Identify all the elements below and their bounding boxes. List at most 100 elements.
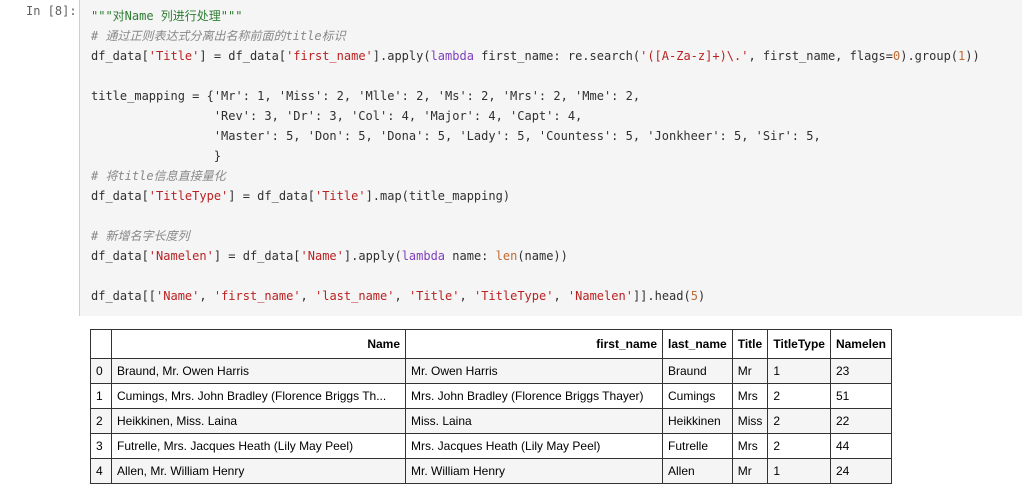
cell-namelen: 24 [829, 458, 892, 484]
table-row: 1 Cumings, Mrs. John Bradley (Florence B… [90, 383, 892, 409]
column-header-name: Name [111, 329, 406, 359]
cell-first-name: Miss. Laina [405, 408, 663, 434]
cell-title: Mrs [731, 383, 769, 409]
table-header-row: Name first_name last_name Title TitleTyp… [90, 329, 892, 359]
code-line: ).group( [900, 49, 959, 63]
code-sep: , [199, 289, 214, 303]
code-comment: # 通过正则表达式分离出名称前面的title标识 [91, 29, 346, 43]
code-builtin: len [495, 249, 518, 263]
cell-titletype: 1 [767, 358, 831, 384]
column-header-titletype: TitleType [767, 329, 831, 359]
code-line: name: [445, 249, 496, 263]
cell-name: Braund, Mr. Owen Harris [111, 358, 406, 384]
code-comment: # 将title信息直接量化 [91, 169, 226, 183]
output-area: Name first_name last_name Title TitleTyp… [90, 329, 892, 484]
code-string: 'Name' [156, 289, 200, 303]
code-line: df_data[ [91, 189, 149, 203]
code-line: ].map(title_mapping) [365, 189, 511, 203]
row-index: 3 [90, 433, 112, 459]
code-line: ) [697, 289, 706, 303]
cell-last-name: Allen [662, 458, 733, 484]
code-line: } [91, 149, 222, 163]
cell-first-name: Mr. William Henry [405, 458, 663, 484]
code-string: 'Title' [408, 289, 460, 303]
row-index: 4 [90, 458, 112, 484]
input-prompt: In [8]: [26, 4, 77, 18]
code-string: 'first_name' [286, 49, 373, 63]
index-header [90, 329, 112, 359]
column-header-namelen: Namelen [829, 329, 892, 359]
code-string: 'Name' [300, 249, 344, 263]
code-string: 'Title' [148, 49, 200, 63]
code-string: 'first_name' [213, 289, 301, 303]
cell-name-text: Allen, Mr. William Henry [117, 464, 245, 478]
code-line: (name)) [517, 249, 568, 263]
code-editor[interactable]: """对Name 列进行处理""" # 通过正则表达式分离出名称前面的title… [79, 0, 1022, 316]
cell-titletype: 1 [767, 458, 831, 484]
code-string: 'Namelen' [148, 249, 214, 263]
column-header-last-name: last_name [662, 329, 733, 359]
table-row: 0 Braund, Mr. Owen Harris Mr. Owen Harri… [90, 358, 892, 384]
code-sep: , [553, 289, 568, 303]
code-cell[interactable]: In [8]: """对Name 列进行处理""" # 通过正则表达式分离出名称… [0, 0, 1022, 316]
code-number: 5 [690, 289, 698, 303]
table-row: 4 Allen, Mr. William Henry Mr. William H… [90, 458, 892, 484]
cell-namelen: 44 [829, 433, 892, 459]
cell-namelen: 51 [829, 383, 892, 409]
code-line: 'Rev': 3, 'Dr': 3, 'Col': 4, 'Major': 4,… [91, 109, 583, 123]
cell-name: Cumings, Mrs. John Bradley (Florence Bri… [111, 383, 406, 409]
code-line: df_data[ [91, 249, 149, 263]
cell-titletype: 2 [767, 433, 831, 459]
cell-title: Miss [731, 408, 769, 434]
cell-last-name: Cumings [662, 383, 733, 409]
code-line: , first_name, flags= [748, 49, 893, 63]
cell-last-name: Braund [662, 358, 733, 384]
cell-name: Futrelle, Mrs. Jacques Heath (Lily May P… [111, 433, 406, 459]
cell-titletype: 2 [767, 383, 831, 409]
code-string: 'last_name' [315, 289, 395, 303]
cell-namelen: 22 [829, 408, 892, 434]
cell-title: Mr [731, 358, 769, 384]
cell-title: Mrs [731, 433, 769, 459]
code-line: 'Master': 5, 'Don': 5, 'Dona': 5, 'Lady'… [91, 129, 821, 143]
code-keyword: lambda [430, 49, 474, 63]
code-sep: , [394, 289, 409, 303]
cell-first-name: Mr. Owen Harris [405, 358, 663, 384]
code-sep: , [459, 289, 474, 303]
cell-name-text: Braund, Mr. Owen Harris [117, 364, 250, 378]
code-line: ] = df_data[ [213, 249, 301, 263]
code-line: df_data[[ [91, 289, 157, 303]
cell-namelen: 23 [829, 358, 892, 384]
column-header-title: Title [731, 329, 769, 359]
cell-name-text: Heikkinen, Miss. Laina [117, 414, 238, 428]
code-line: first_name: re.search( [473, 49, 641, 63]
code-string: 'Title' [314, 189, 366, 203]
cell-first-name: Mrs. John Bradley (Florence Briggs Thaye… [405, 383, 663, 409]
code-string: 'Namelen' [567, 289, 633, 303]
cell-title: Mr [731, 458, 769, 484]
row-index: 1 [90, 383, 112, 409]
code-line: ] = df_data[ [199, 49, 287, 63]
table-row: 3 Futrelle, Mrs. Jacques Heath (Lily May… [90, 433, 892, 459]
docstring: """对Name 列进行处理""" [91, 9, 243, 23]
row-index: 2 [90, 408, 112, 434]
column-header-first-name: first_name [405, 329, 663, 359]
cell-name: Heikkinen, Miss. Laina [111, 408, 406, 434]
code-line: )) [965, 49, 980, 63]
cell-titletype: 2 [767, 408, 831, 434]
table-row: 2 Heikkinen, Miss. Laina Miss. Laina Hei… [90, 408, 892, 434]
cell-name-text: Cumings, Mrs. John Bradley (Florence Bri… [117, 389, 387, 403]
code-line: df_data[ [91, 49, 149, 63]
dataframe-table: Name first_name last_name Title TitleTyp… [90, 329, 892, 484]
cell-last-name: Futrelle [662, 433, 733, 459]
cell-name: Allen, Mr. William Henry [111, 458, 406, 484]
code-text: """对Name 列进行处理""" # 通过正则表达式分离出名称前面的title… [91, 6, 980, 306]
cell-first-name: Mrs. Jacques Heath (Lily May Peel) [405, 433, 663, 459]
code-line: ].apply( [343, 249, 402, 263]
code-keyword: lambda [401, 249, 446, 263]
code-sep: , [300, 289, 315, 303]
code-string: '([A-Za-z]+)\.' [640, 49, 749, 63]
code-string: 'TitleType' [148, 189, 229, 203]
cell-last-name: Heikkinen [662, 408, 733, 434]
code-line: title_mapping = {'Mr': 1, 'Miss': 2, 'Ml… [91, 89, 641, 103]
